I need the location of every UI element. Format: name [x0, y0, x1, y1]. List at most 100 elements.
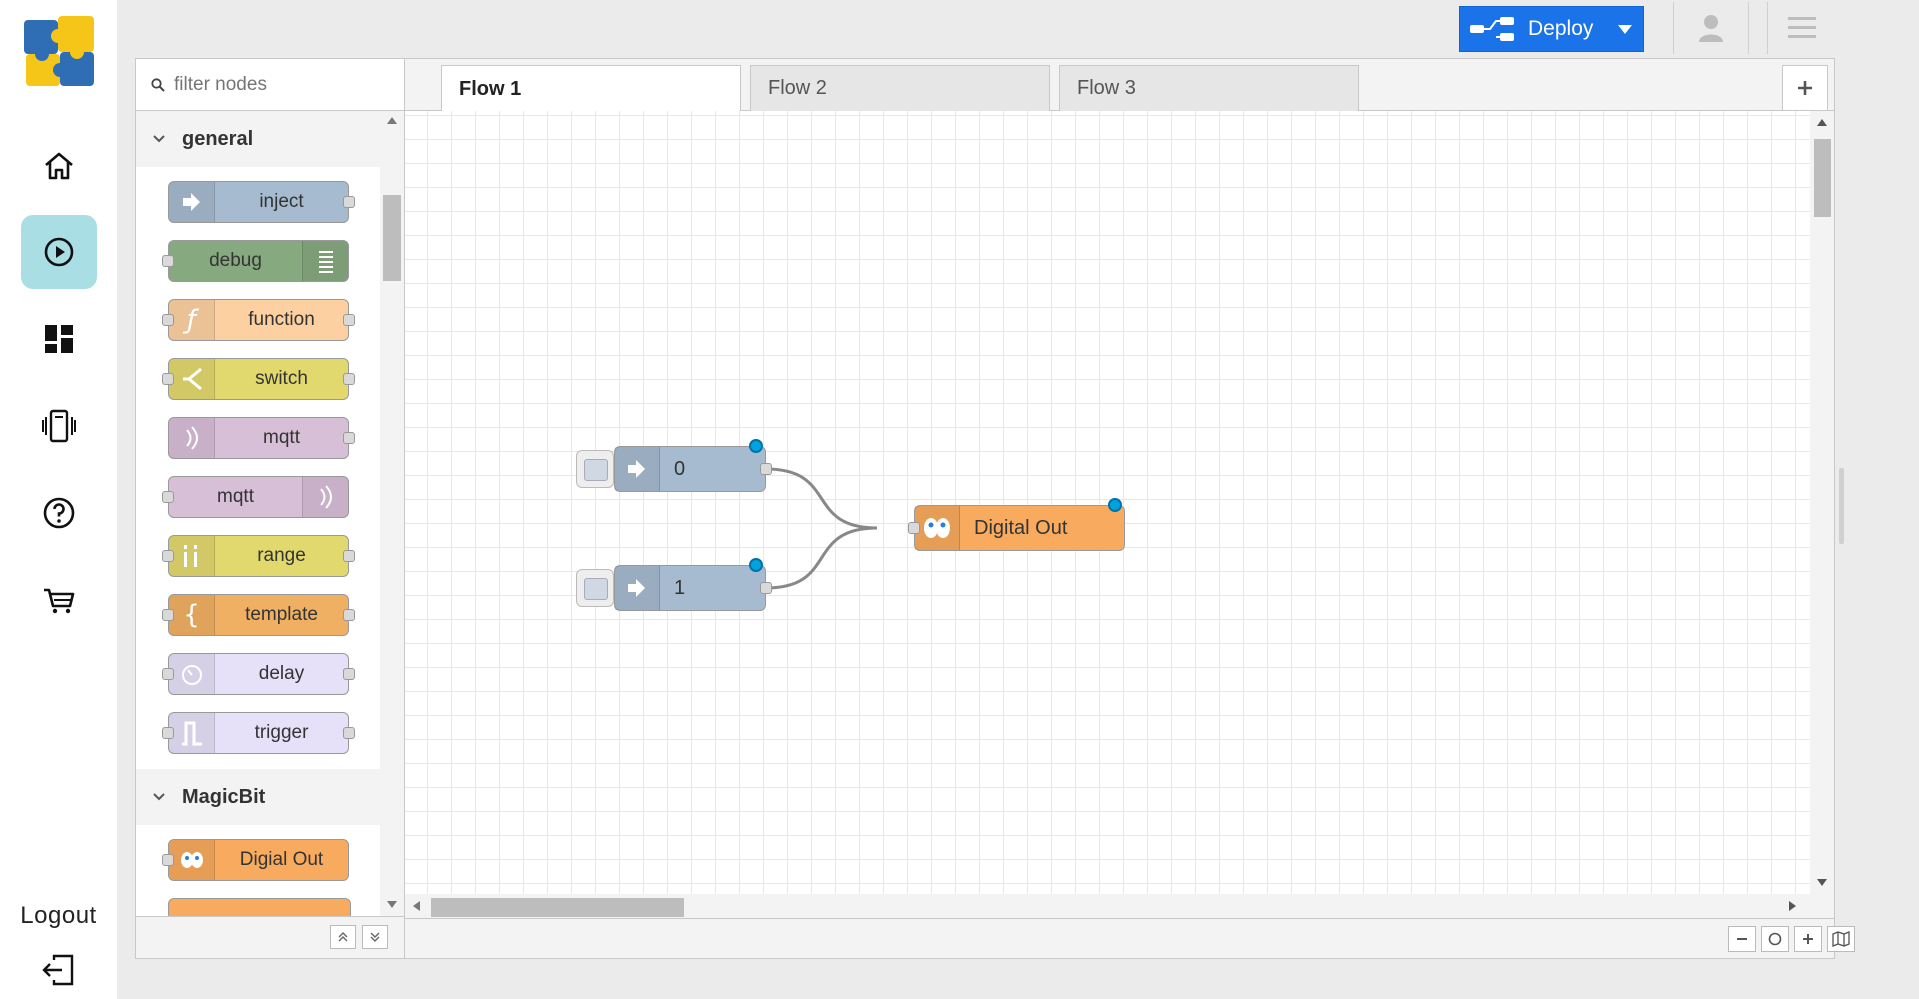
flow-canvas[interactable]: 0 1 Digital Out — [405, 111, 1810, 894]
flow-node-inject-0[interactable]: 0 — [614, 446, 766, 492]
palette-node-label: switch — [255, 368, 308, 389]
palette-node-function[interactable]: ƒ function — [136, 287, 380, 346]
output-port[interactable] — [760, 463, 772, 475]
zoom-in-button[interactable] — [1794, 926, 1822, 952]
nav-help[interactable] — [21, 476, 97, 550]
palette-node-mqtt-in[interactable]: mqtt — [136, 405, 380, 464]
canvas-vscroll-thumb[interactable] — [1814, 139, 1831, 217]
deploy-menu-button[interactable] — [1607, 7, 1643, 51]
scroll-right-icon[interactable] — [1789, 901, 1796, 911]
app-logo[interactable] — [22, 14, 98, 90]
zoom-out-button[interactable] — [1728, 926, 1756, 952]
palette-node-trigger[interactable]: trigger — [136, 700, 380, 759]
arrow-in-icon — [615, 566, 660, 610]
expand-all-button[interactable] — [362, 925, 388, 949]
nav-home[interactable] — [21, 129, 97, 203]
zoom-reset-button[interactable] — [1761, 926, 1789, 952]
minus-icon — [1737, 938, 1747, 940]
logout-label[interactable]: Logout — [0, 902, 117, 930]
palette-node-debug[interactable]: debug — [136, 228, 380, 287]
editor: general inject debug — [135, 58, 1855, 959]
input-port[interactable] — [908, 522, 920, 534]
caret-down-icon — [1618, 24, 1632, 34]
palette-node-mqtt-out[interactable]: mqtt — [136, 464, 380, 523]
user-menu-button[interactable] — [1673, 2, 1749, 54]
category-label: general — [182, 127, 254, 150]
output-port — [343, 727, 355, 739]
input-port — [162, 491, 174, 503]
search-icon — [151, 77, 165, 92]
cart-icon — [44, 588, 75, 614]
palette-node-label: function — [248, 309, 315, 330]
palette-node-switch[interactable]: switch — [136, 346, 380, 405]
scroll-down-icon[interactable] — [387, 901, 397, 908]
double-chevron-down-icon — [370, 932, 380, 942]
category-body-magicbit: Digial Out — [136, 825, 380, 916]
scroll-left-icon[interactable] — [413, 901, 420, 911]
input-port — [162, 255, 174, 267]
flow-node-inject-1[interactable]: 1 — [614, 565, 766, 611]
map-icon — [1832, 931, 1850, 947]
input-port — [162, 668, 174, 680]
flow-node-label: 0 — [674, 457, 686, 480]
add-flow-button[interactable] — [1782, 65, 1828, 111]
input-port — [162, 314, 174, 326]
tab-flow-1[interactable]: Flow 1 — [441, 65, 741, 112]
flow-node-label: Digital Out — [974, 516, 1068, 539]
sidebar-resize-handle[interactable] — [1839, 468, 1844, 544]
hamburger-icon — [1788, 17, 1816, 38]
deploy-button[interactable]: Deploy — [1459, 6, 1644, 52]
palette-filter — [136, 59, 404, 111]
palette-node-inject[interactable]: inject — [136, 169, 380, 228]
home-icon — [45, 152, 73, 180]
category-header-magicbit[interactable]: MagicBit — [136, 769, 380, 825]
nav-flows[interactable] — [21, 215, 97, 289]
deploy-icon — [1470, 17, 1514, 41]
flow-node-label: 1 — [674, 576, 686, 599]
category-header-general[interactable]: general — [136, 111, 380, 167]
help-icon — [43, 497, 75, 529]
wireless-icon — [169, 418, 215, 458]
canvas-horizontal-scrollbar[interactable] — [405, 894, 1834, 918]
workspace-tabs: Flow 1 Flow 2 Flow 3 — [405, 59, 1834, 112]
nav-devices[interactable] — [21, 389, 97, 463]
logout-icon[interactable] — [40, 952, 76, 988]
trigger-icon — [169, 713, 215, 753]
palette-scrollbar[interactable] — [380, 111, 404, 916]
palette-node-digital-out[interactable]: Digial Out — [136, 827, 380, 886]
output-port[interactable] — [760, 582, 772, 594]
nav-store[interactable] — [21, 563, 97, 637]
nav-dashboard[interactable] — [21, 302, 97, 376]
input-port — [162, 373, 174, 385]
inject-trigger-button[interactable] — [576, 450, 614, 488]
main-menu-button[interactable] — [1767, 2, 1836, 54]
debug-list-icon — [302, 241, 348, 281]
range-icon — [169, 536, 215, 576]
input-port — [162, 727, 174, 739]
output-port — [343, 432, 355, 444]
flow-node-digital-out[interactable]: Digital Out — [914, 505, 1125, 551]
canvas-hscroll-thumb[interactable] — [431, 898, 684, 917]
device-icon — [42, 409, 76, 443]
circle-icon — [1768, 932, 1782, 946]
scroll-up-icon[interactable] — [387, 117, 397, 124]
palette-node-template[interactable]: { template — [136, 582, 380, 641]
input-port — [162, 609, 174, 621]
palette-node-delay[interactable]: delay — [136, 641, 380, 700]
scroll-down-icon[interactable] — [1817, 879, 1827, 886]
navigator-button[interactable] — [1827, 926, 1855, 952]
switch-icon — [169, 359, 215, 399]
collapse-all-button[interactable] — [330, 925, 356, 949]
filter-nodes-input[interactable] — [172, 72, 376, 97]
inject-trigger-button[interactable] — [576, 569, 614, 607]
scroll-up-icon[interactable] — [1817, 119, 1827, 126]
canvas-vertical-scrollbar[interactable] — [1810, 111, 1834, 894]
palette-node-label: delay — [258, 663, 305, 684]
tab-flow-2[interactable]: Flow 2 — [750, 65, 1050, 111]
palette-node-label: mqtt — [263, 427, 300, 448]
palette-scroll-thumb[interactable] — [383, 195, 401, 281]
tab-flow-3[interactable]: Flow 3 — [1059, 65, 1359, 111]
palette-node-range[interactable]: range — [136, 523, 380, 582]
wire-inject0-digitalout — [765, 467, 878, 530]
double-chevron-up-icon — [338, 932, 348, 942]
